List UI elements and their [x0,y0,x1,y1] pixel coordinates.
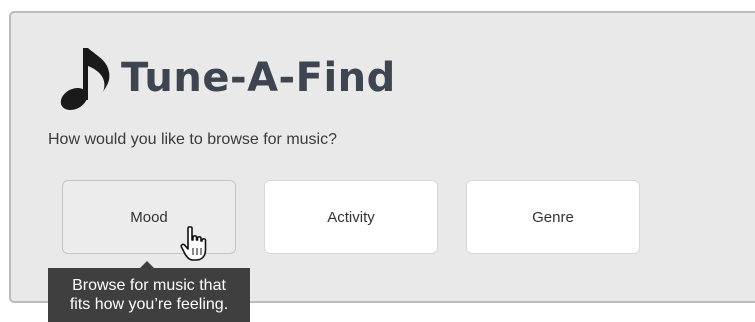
hand-pointer-icon [180,226,207,261]
activity-button[interactable]: Activity [264,180,438,254]
tooltip-line-1: Browse for music that [72,277,226,294]
browse-prompt: How would you like to browse for music? [48,131,338,148]
tooltip-line-2: fits how you’re feeling. [69,296,229,313]
mood-tooltip: Browse for music that fits how you’re fe… [48,268,250,322]
music-note-icon [60,48,110,111]
genre-button[interactable]: Genre [466,180,640,254]
app-header: Tune-A-Find [57,42,396,114]
app-title: Tune-A-Find [121,55,396,101]
